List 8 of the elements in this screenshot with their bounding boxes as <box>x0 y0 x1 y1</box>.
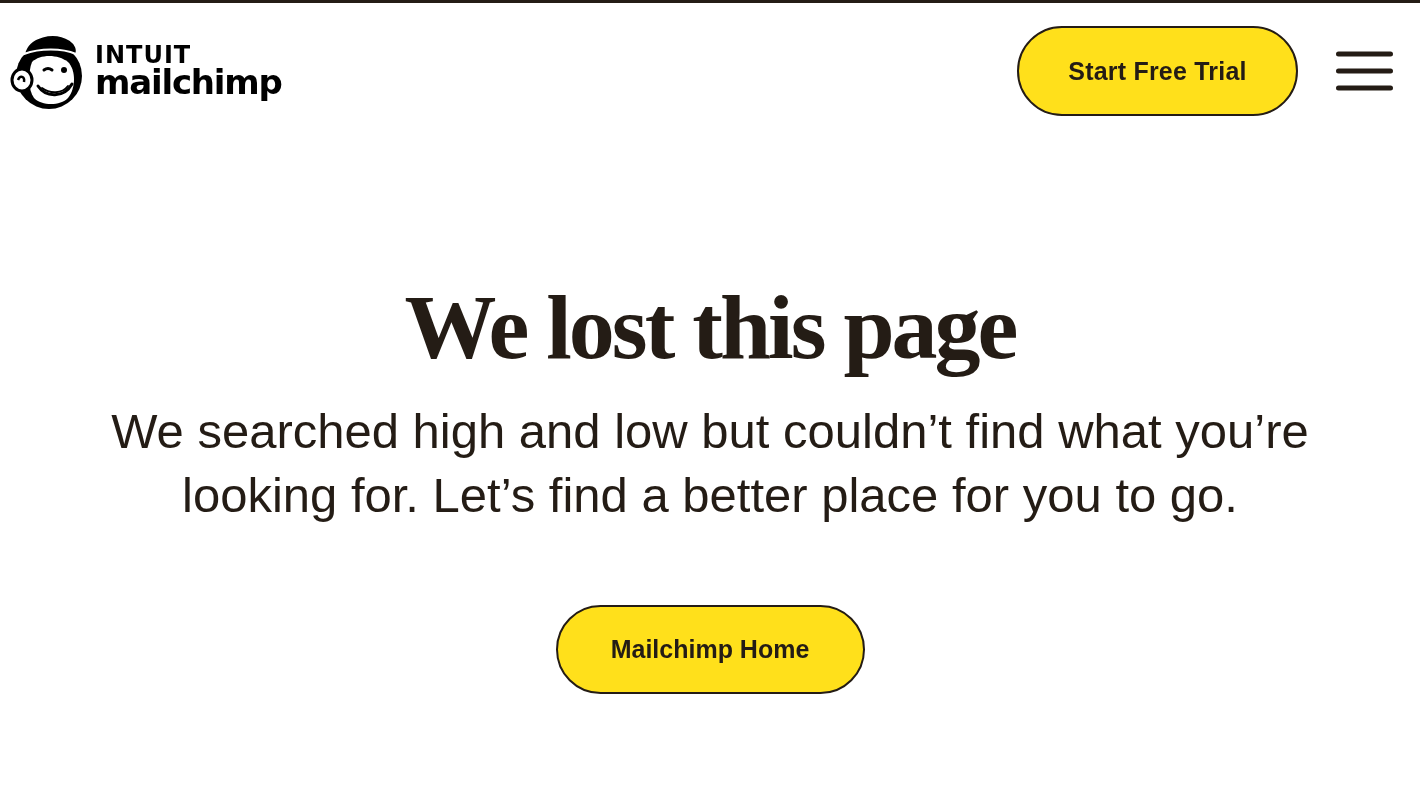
menu-icon <box>1336 51 1393 91</box>
brand-wordmark: INTUIT <box>95 43 192 67</box>
home-button[interactable]: Mailchimp Home <box>555 605 865 694</box>
page-heading: We lost this page <box>404 277 1016 377</box>
product-wordmark: mailchimp <box>95 65 282 99</box>
menu-button[interactable] <box>1336 51 1393 91</box>
start-trial-button[interactable]: Start Free Trial <box>1017 26 1298 116</box>
error-message: We searched high and low but couldn’t find what you’re looking for. Let’s find a better place for you to go. <box>110 403 1310 524</box>
